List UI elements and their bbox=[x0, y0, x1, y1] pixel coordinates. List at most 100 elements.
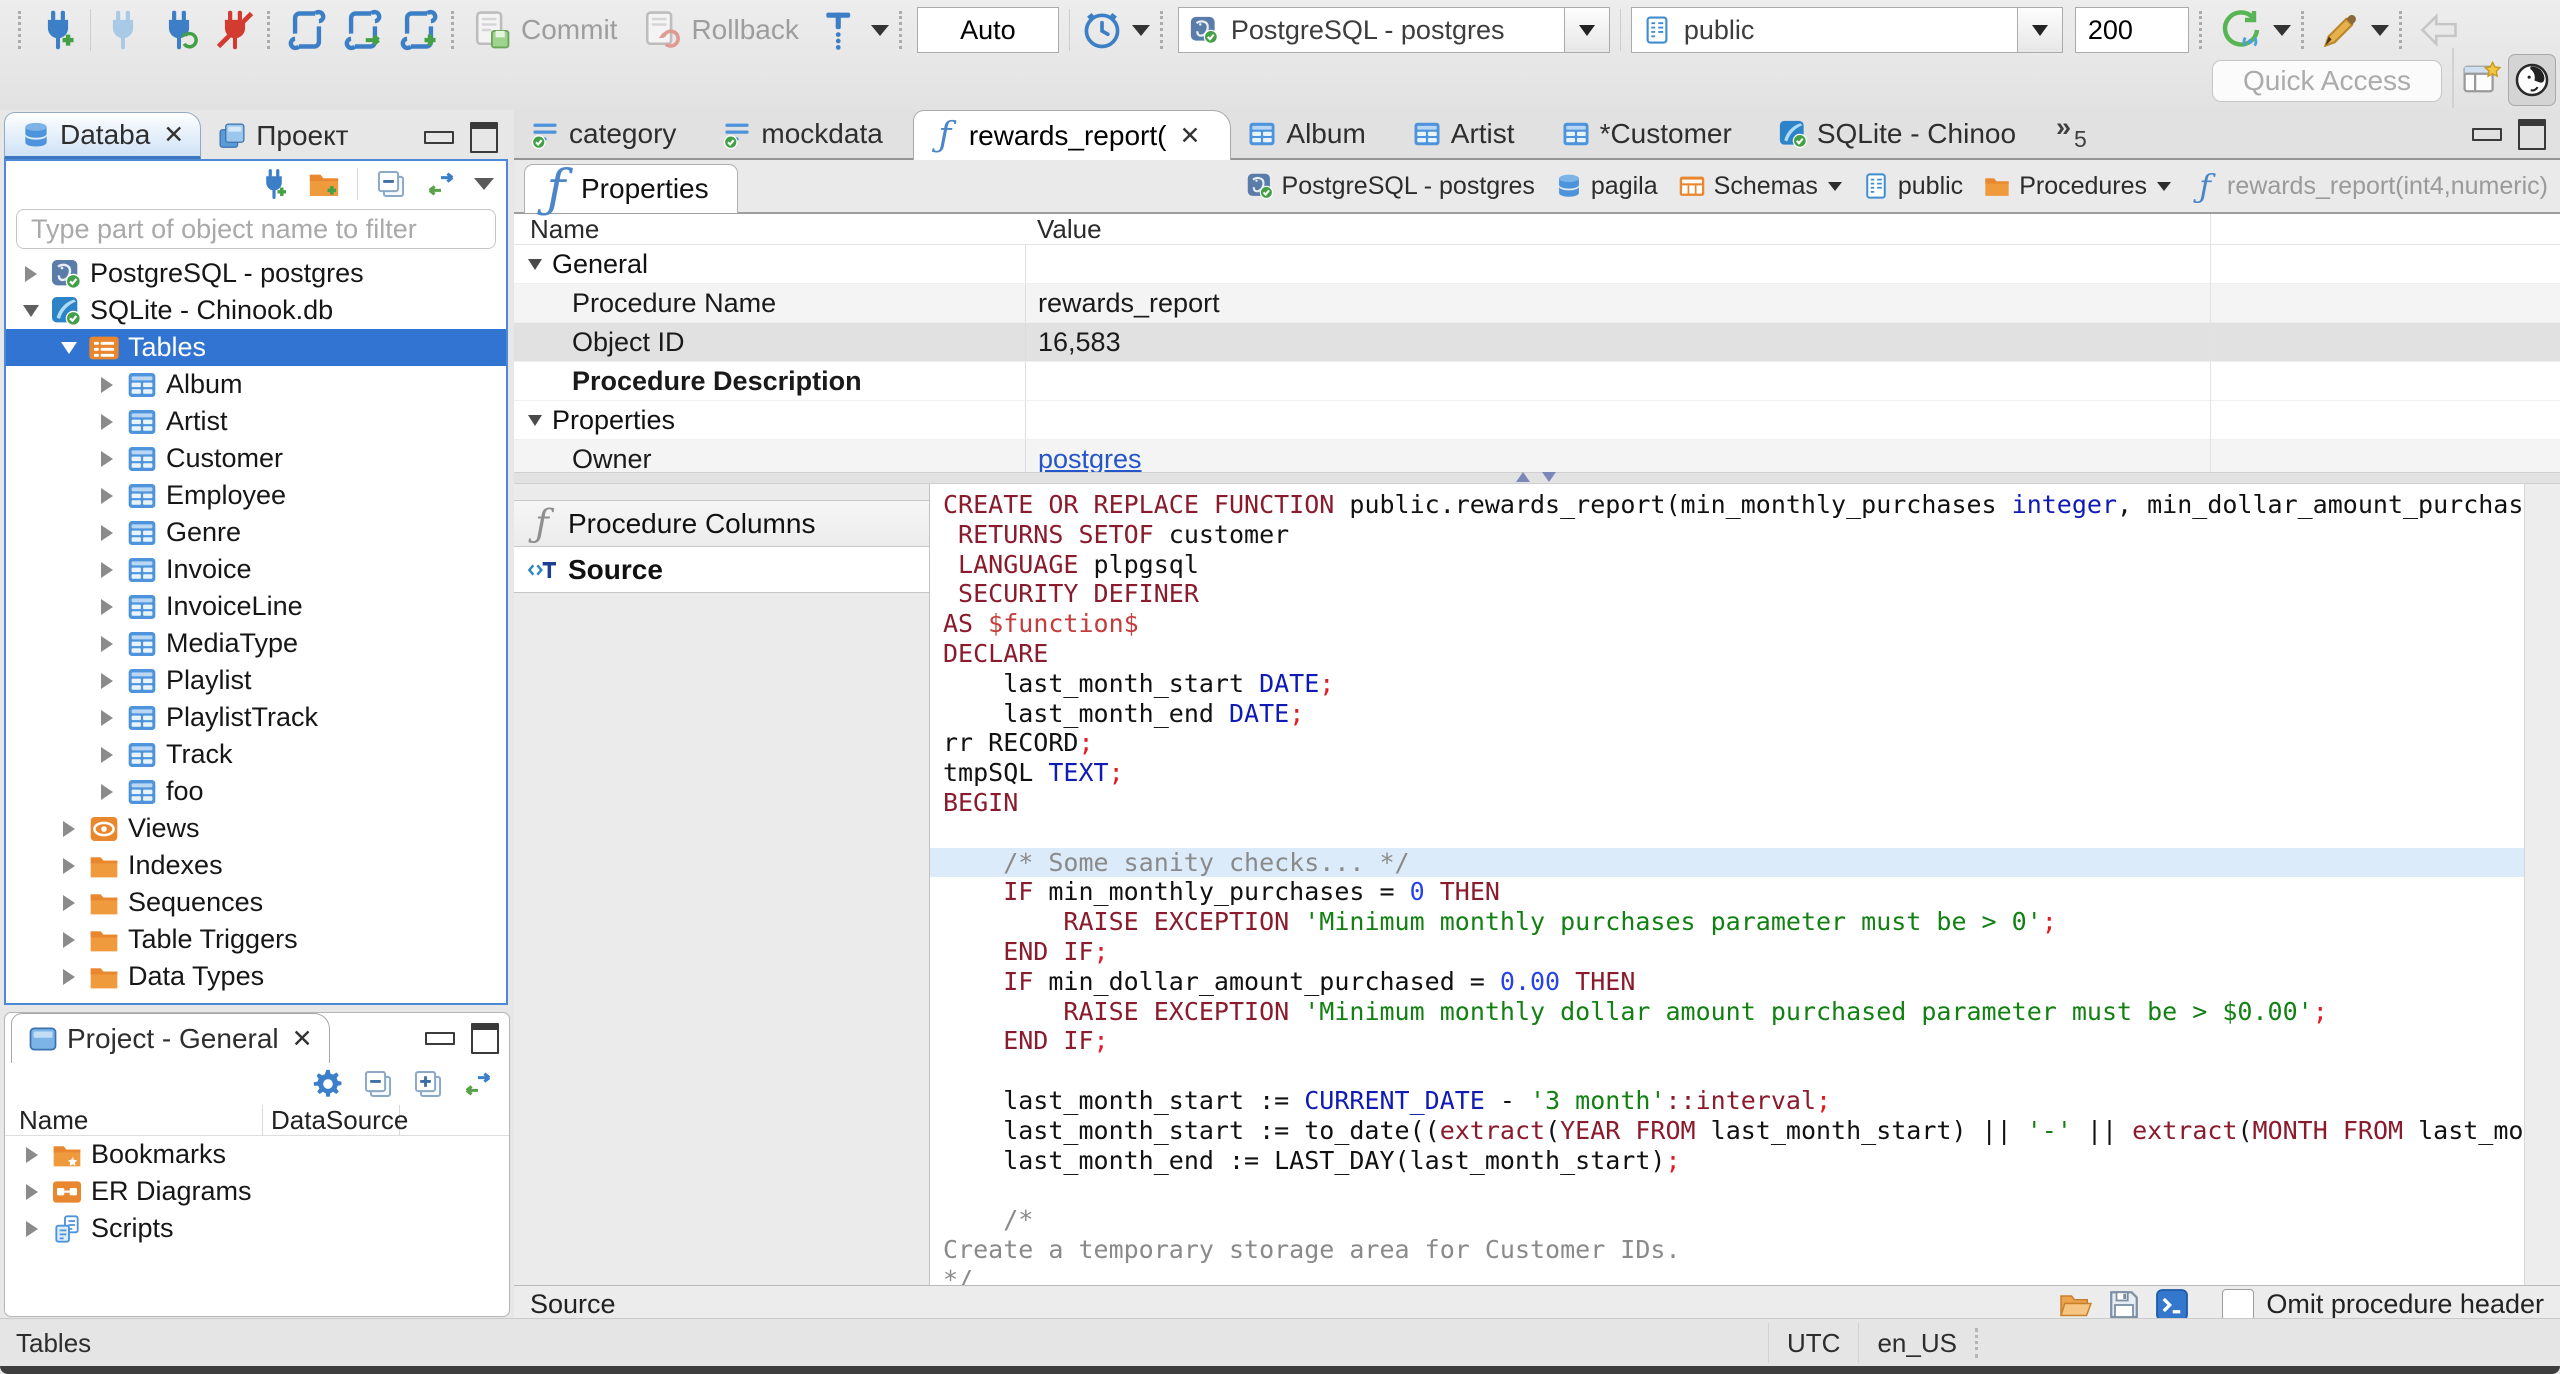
view-menu-button[interactable] bbox=[474, 178, 494, 190]
tab-projects[interactable]: Проект bbox=[201, 112, 364, 159]
chevron-right-icon[interactable] bbox=[26, 1183, 38, 1200]
omit-procedure-header-checkbox[interactable] bbox=[2222, 1288, 2255, 1321]
editor-scrollbar[interactable] bbox=[2524, 484, 2560, 1285]
navigator-item-indexes[interactable]: Indexes bbox=[6, 847, 506, 884]
chevron-right-icon[interactable] bbox=[101, 709, 113, 726]
dbeaver-perspective-button[interactable] bbox=[2508, 54, 2556, 106]
auto-refresh-button[interactable] bbox=[2217, 6, 2265, 54]
chevron-down-icon[interactable] bbox=[870, 24, 889, 36]
collapse-all-button[interactable] bbox=[374, 167, 408, 201]
connection-selector[interactable]: PostgreSQL - postgres bbox=[1177, 7, 1610, 53]
transaction-log-button[interactable] bbox=[819, 8, 863, 52]
editor-tab-rewards-report[interactable]: ƒ rewards_report(✕ bbox=[912, 110, 1232, 160]
commit-mode-combo[interactable]: Auto bbox=[916, 7, 1059, 53]
transaction-monitor-icon[interactable] bbox=[1080, 8, 1124, 52]
open-perspective-button[interactable] bbox=[2462, 58, 2504, 100]
chevron-right-icon[interactable] bbox=[101, 746, 113, 763]
chevron-right-icon[interactable] bbox=[26, 1220, 38, 1237]
navigator-item-sqlite-chinook-db[interactable]: SQLite - Chinook.db bbox=[6, 292, 506, 329]
editor-tab-customer[interactable]: *Customer bbox=[1545, 110, 1762, 158]
property-row-properties[interactable]: Properties bbox=[514, 401, 2560, 440]
new-connection-button[interactable] bbox=[257, 167, 291, 201]
chevron-right-icon[interactable] bbox=[63, 894, 75, 911]
navigator-item-invoice[interactable]: Invoice bbox=[6, 551, 506, 588]
reconnect-button[interactable] bbox=[157, 8, 201, 52]
breadcrumb-schemas[interactable]: Schemas bbox=[1678, 172, 1842, 201]
chevron-right-icon[interactable] bbox=[101, 487, 113, 504]
back-navigation-button[interactable] bbox=[2417, 8, 2461, 52]
navigator-item-customer[interactable]: Customer bbox=[6, 440, 506, 477]
new-folder-button[interactable] bbox=[307, 167, 341, 201]
navigator-item-employee[interactable]: Employee bbox=[6, 477, 506, 514]
editor-tab-artist[interactable]: Artist bbox=[1396, 110, 1545, 158]
chevron-down-icon[interactable] bbox=[528, 258, 542, 270]
chevron-down-icon[interactable] bbox=[528, 414, 542, 426]
chevron-down-icon[interactable] bbox=[2272, 24, 2291, 36]
open-sql-script-button[interactable] bbox=[341, 8, 385, 52]
connection-dropdown-button[interactable] bbox=[1563, 8, 1609, 52]
minimize-button[interactable] bbox=[424, 131, 454, 144]
navigator-item-views[interactable]: Views bbox=[6, 810, 506, 847]
chevron-right-icon[interactable] bbox=[63, 820, 75, 837]
subtab-procedure-columns[interactable]: ƒ Procedure Columns bbox=[514, 500, 929, 547]
sql-editor-button[interactable] bbox=[285, 8, 329, 52]
gear-icon[interactable] bbox=[311, 1067, 345, 1101]
connect-button[interactable] bbox=[101, 8, 145, 52]
close-icon[interactable]: ✕ bbox=[1179, 121, 1200, 151]
toolbar-drag-handle[interactable] bbox=[267, 11, 275, 49]
navigator-item-album[interactable]: Album bbox=[6, 366, 506, 403]
navigator-item-mediatype[interactable]: MediaType bbox=[6, 625, 506, 662]
editor-tab-album[interactable]: Album bbox=[1231, 110, 1395, 158]
close-icon[interactable]: ✕ bbox=[292, 1024, 313, 1054]
project-item-er-diagrams[interactable]: ER Diagrams bbox=[5, 1173, 509, 1210]
source-editor[interactable]: CREATE OR REPLACE FUNCTION public.reward… bbox=[930, 484, 2560, 1285]
chevron-right-icon[interactable] bbox=[101, 672, 113, 689]
quick-access-input[interactable]: Quick Access bbox=[2212, 60, 2442, 102]
chevron-right-icon[interactable] bbox=[101, 413, 113, 430]
column-header-datasource[interactable]: DataSource bbox=[263, 1104, 408, 1136]
toolbar-drag-handle[interactable] bbox=[2398, 11, 2407, 49]
minimize-button[interactable] bbox=[2472, 127, 2502, 141]
breadcrumb-public[interactable]: public bbox=[1862, 172, 1963, 201]
column-header-name[interactable]: Name bbox=[5, 1104, 263, 1136]
new-connection-button[interactable] bbox=[36, 8, 80, 52]
breadcrumb-postgresql-postgres[interactable]: PostgreSQL - postgres bbox=[1246, 172, 1535, 201]
object-filter-input[interactable]: Type part of object name to filter bbox=[16, 209, 496, 249]
maximize-button[interactable] bbox=[2518, 118, 2546, 150]
tab-properties[interactable]: ƒ Properties bbox=[524, 164, 738, 215]
toolbar-drag-handle[interactable] bbox=[1159, 11, 1168, 49]
edit-mode-button[interactable] bbox=[2319, 8, 2363, 52]
commit-label[interactable]: Commit bbox=[521, 14, 617, 46]
toolbar-drag-handle[interactable] bbox=[2300, 11, 2309, 49]
tab-database-navigator[interactable]: Databa ✕ bbox=[4, 112, 202, 159]
toolbar-drag-handle[interactable] bbox=[451, 11, 459, 49]
disconnect-button[interactable] bbox=[213, 8, 257, 52]
chevron-right-icon[interactable] bbox=[101, 376, 113, 393]
navigator-item-genre[interactable]: Genre bbox=[6, 514, 506, 551]
chevron-right-icon[interactable] bbox=[63, 857, 75, 874]
tab-project-general[interactable]: Project - General ✕ bbox=[11, 1013, 330, 1063]
link-with-editor-button[interactable] bbox=[424, 167, 458, 201]
navigator-item-table-triggers[interactable]: Table Triggers bbox=[6, 921, 506, 958]
toolbar-drag-handle[interactable] bbox=[2198, 11, 2207, 49]
fetch-size-input[interactable]: 200 bbox=[2074, 7, 2189, 53]
chevron-right-icon[interactable] bbox=[101, 598, 113, 615]
chevron-down-icon[interactable] bbox=[1827, 181, 1842, 191]
chevron-right-icon[interactable] bbox=[63, 968, 75, 985]
rollback-button[interactable] bbox=[639, 8, 683, 52]
property-row-procedure-description[interactable]: Procedure Description bbox=[514, 362, 2560, 401]
collapse-up-icon[interactable] bbox=[1516, 472, 1530, 482]
chevron-right-icon[interactable] bbox=[101, 635, 113, 652]
property-row-general[interactable]: General bbox=[514, 245, 2560, 284]
chevron-down-icon[interactable] bbox=[2157, 181, 2172, 191]
project-item-scripts[interactable]: Scripts bbox=[5, 1210, 509, 1247]
breadcrumb-rewards-report-int4-numeric[interactable]: ƒ rewards_report(int4,numeric) bbox=[2191, 170, 2548, 202]
subtab-source[interactable]: Source bbox=[514, 547, 929, 593]
rollback-label[interactable]: Rollback bbox=[691, 14, 798, 46]
schema-dropdown-button[interactable] bbox=[2016, 8, 2062, 52]
navigator-item-artist[interactable]: Artist bbox=[6, 403, 506, 440]
breadcrumb-procedures[interactable]: Procedures bbox=[1983, 172, 2172, 201]
navigator-item-postgresql-postgres[interactable]: PostgreSQL - postgres bbox=[6, 255, 506, 292]
owner-link[interactable]: postgres bbox=[1038, 444, 1142, 475]
collapse-down-icon[interactable] bbox=[1542, 472, 1556, 482]
